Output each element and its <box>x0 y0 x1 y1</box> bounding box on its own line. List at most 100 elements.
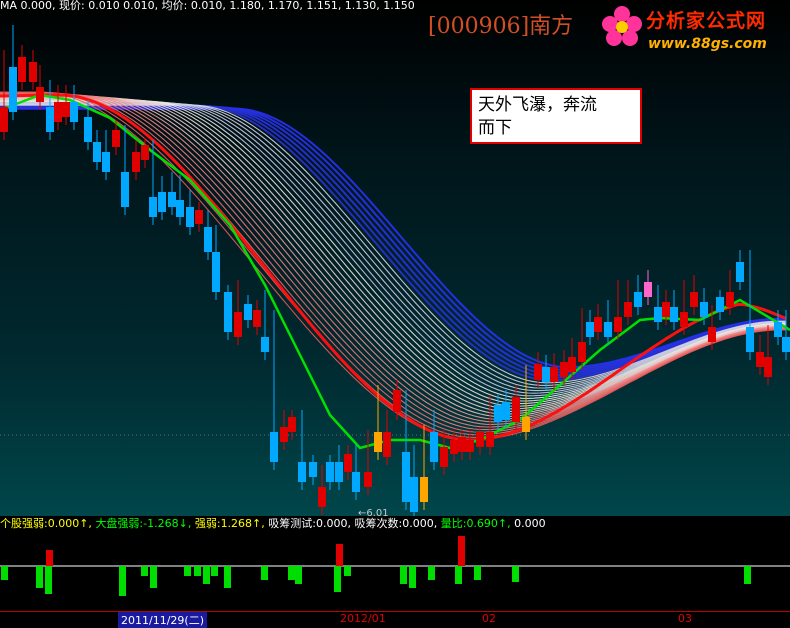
candle-body <box>102 152 110 172</box>
volume-bar <box>295 566 302 584</box>
volume-bar <box>400 566 407 584</box>
indicator-value: 0.690↑, <box>466 517 511 530</box>
candle-body <box>654 307 662 322</box>
volume-bar <box>46 550 53 566</box>
indicator-market-strength: 大盘强弱:-1.268↓, <box>95 517 194 530</box>
volume-bar <box>409 566 416 588</box>
indicator-accumulation-test: 吸筹测试:0.000, <box>268 517 354 530</box>
candle-body <box>402 452 410 502</box>
candle-body <box>168 192 176 207</box>
indicator-accumulation-count: 吸筹次数:0.000, <box>355 517 441 530</box>
volume-bar <box>261 566 268 580</box>
candle-body <box>93 142 101 162</box>
candle-body <box>36 87 44 102</box>
site-logo: 分析家公式网 www.88gs.com <box>598 0 790 60</box>
indicator-label: 量比: <box>440 517 467 530</box>
price-chart-svg[interactable] <box>0 0 790 516</box>
candle-body <box>746 327 754 352</box>
volume-bar <box>36 566 43 588</box>
volume-bar <box>336 544 343 566</box>
volume-bar <box>288 566 295 580</box>
candle-body <box>298 462 306 482</box>
candle-body <box>204 227 212 252</box>
candle-body <box>690 292 698 307</box>
candle-body <box>440 447 448 467</box>
indicator-label: 个股强弱: <box>0 517 48 530</box>
candle-body <box>364 472 372 487</box>
strength-indicator-chart[interactable] <box>0 532 790 611</box>
candle-body <box>149 197 157 217</box>
candle-body <box>502 402 510 420</box>
candle-body <box>716 297 724 312</box>
volume-bar <box>141 566 148 576</box>
candle-body <box>224 292 232 332</box>
candle-body <box>318 487 326 507</box>
candle-body <box>476 432 484 447</box>
candle-body <box>212 252 220 292</box>
candle-body <box>534 364 542 380</box>
candle-body <box>700 302 708 317</box>
indicator-extra: 0.000 <box>514 517 546 530</box>
candle-body <box>54 102 62 122</box>
date-label: 03 <box>678 612 692 625</box>
indicator-value: 0.000 <box>514 517 546 530</box>
candle-body <box>121 172 129 207</box>
price-chart-panel[interactable]: MA 0.000, 现价: 0.010 0.010, 均价: 0.010, 1.… <box>0 0 790 516</box>
candle-body <box>176 200 184 217</box>
date-label-selected[interactable]: 2011/11/29(二) <box>118 612 207 628</box>
volume-bar <box>150 566 157 588</box>
candle-body <box>186 207 194 227</box>
volume-bar <box>45 566 52 594</box>
volume-bar <box>474 566 481 580</box>
volume-bar <box>458 536 465 566</box>
candle-body <box>344 454 352 472</box>
date-label: 02 <box>482 612 496 625</box>
volume-bar <box>428 566 435 580</box>
price-info-strip: MA 0.000, 现价: 0.010 0.010, 均价: 0.010, 1.… <box>0 0 415 12</box>
volume-bar <box>334 566 341 592</box>
candle-body <box>29 62 37 82</box>
candle-body <box>46 107 54 132</box>
candle-body <box>614 317 622 332</box>
volume-bar <box>512 566 519 582</box>
volume-bar <box>744 566 751 584</box>
candle-body <box>62 102 70 117</box>
ribbon-line <box>0 107 786 371</box>
candle-body <box>410 477 418 512</box>
candle-body <box>550 367 558 382</box>
volume-bar <box>119 566 126 596</box>
candle-body <box>450 440 458 454</box>
candle-body <box>586 322 594 337</box>
volume-bar <box>184 566 191 576</box>
candle-body <box>383 432 391 457</box>
candle-body <box>158 192 166 212</box>
candle-body <box>782 337 790 352</box>
candle-body <box>141 145 149 160</box>
low-price-marker: ←6.01 <box>358 508 389 516</box>
candle-body <box>522 417 530 432</box>
candle-body <box>680 312 688 327</box>
candle-body <box>634 292 642 307</box>
candle-body <box>326 462 334 482</box>
candle-body <box>335 462 343 482</box>
indicator-label: 大盘强弱: <box>95 517 144 530</box>
candle-body <box>309 462 317 477</box>
candle-body <box>542 367 550 382</box>
candle-body <box>764 357 772 377</box>
candle-body <box>374 432 382 452</box>
candle-body <box>352 472 360 492</box>
candle-body <box>756 352 764 367</box>
candle-body <box>280 427 288 442</box>
volume-bar <box>194 566 201 576</box>
candle-body <box>420 477 428 502</box>
indicator-label: 吸筹测试: <box>268 517 316 530</box>
candle-body <box>393 390 401 412</box>
candle-body <box>244 304 252 320</box>
candle-body <box>458 437 466 452</box>
candle-body <box>195 210 203 224</box>
indicator-value: 0.000, <box>402 517 438 530</box>
candle-body <box>70 102 78 122</box>
indicator-value: -1.268↓, <box>143 517 192 530</box>
annotation-line-2: 而下 <box>478 118 512 138</box>
candle-body <box>288 417 296 432</box>
